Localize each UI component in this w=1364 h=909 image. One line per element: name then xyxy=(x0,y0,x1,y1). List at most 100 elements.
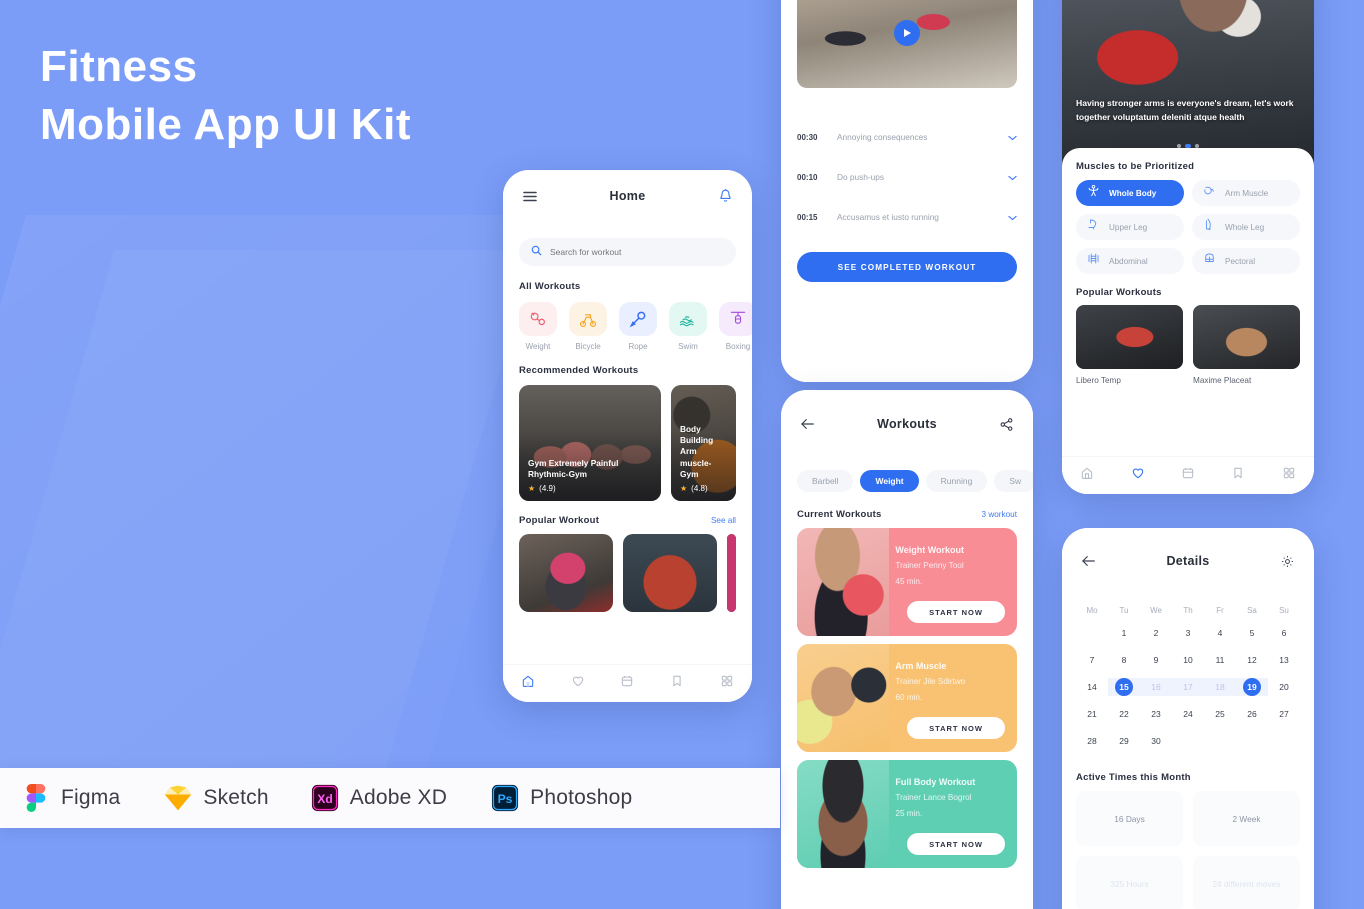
chevron-down-icon[interactable] xyxy=(1008,208,1017,226)
calendar-day[interactable]: 13 xyxy=(1268,651,1300,669)
calendar-day[interactable]: 26 xyxy=(1236,705,1268,723)
category-swim[interactable]: Swim xyxy=(669,302,707,351)
workout-count[interactable]: 3 workout xyxy=(982,510,1018,519)
calendar-day[interactable] xyxy=(1172,732,1204,750)
chip-swim[interactable]: Sw xyxy=(994,470,1033,492)
muscles-tabbar[interactable] xyxy=(1062,456,1314,494)
tool-sketch[interactable]: Sketch xyxy=(164,784,269,812)
category-rope[interactable]: Rope xyxy=(619,302,657,351)
muscle-grid[interactable]: Whole Body Arm Muscle Upper Leg Whole Le… xyxy=(1062,180,1314,274)
category-bicycle[interactable]: Bicycle xyxy=(569,302,607,351)
calendar-day[interactable]: 5 xyxy=(1236,624,1268,642)
share-icon[interactable] xyxy=(997,415,1015,433)
bookmark-icon[interactable] xyxy=(670,674,684,693)
calendar-icon[interactable] xyxy=(1181,466,1195,485)
hamburger-menu-icon[interactable] xyxy=(521,187,539,205)
exercise-video[interactable] xyxy=(797,0,1017,88)
calendar-day[interactable]: 7 xyxy=(1076,651,1108,669)
workout-card-full-body[interactable]: Full Body Workout Trainer Lance Bogrol 2… xyxy=(797,760,1017,868)
search-input[interactable] xyxy=(550,247,724,257)
notification-bell-icon[interactable] xyxy=(716,187,734,205)
muscle-item-abdominal[interactable]: Abdominal xyxy=(1076,248,1184,274)
recommended-card[interactable]: Body Building Arm muscle-Gym ★ (4.8) xyxy=(671,385,736,501)
workout-type-chips[interactable]: Barbell Weight Running Sw xyxy=(781,470,1033,492)
muscle-item-upper-leg[interactable]: Upper Leg xyxy=(1076,214,1184,240)
calendar-day[interactable]: 12 xyxy=(1236,651,1268,669)
tool-adobe-xd[interactable]: Xd Adobe XD xyxy=(311,784,447,812)
play-icon[interactable] xyxy=(894,20,920,46)
grid-icon[interactable] xyxy=(1282,466,1296,485)
back-arrow-icon[interactable] xyxy=(1080,552,1098,570)
calendar-day[interactable]: 4 xyxy=(1204,624,1236,642)
exercise-row[interactable]: 00:30 Annoying consequences xyxy=(781,120,1033,154)
start-now-button[interactable]: START NOW xyxy=(907,717,1005,739)
exercise-row[interactable]: 00:10 Do push-ups xyxy=(781,160,1033,194)
popular-card[interactable] xyxy=(727,534,736,612)
calendar-day[interactable] xyxy=(1204,732,1236,750)
calendar-day[interactable]: 22 xyxy=(1108,705,1140,723)
popular-workout-card[interactable]: Maxime Placeat xyxy=(1193,305,1300,385)
popular-card[interactable] xyxy=(519,534,613,612)
tool-photoshop[interactable]: Ps Photoshop xyxy=(491,784,632,812)
heart-icon[interactable] xyxy=(1131,466,1145,485)
calendar-day[interactable]: 29 xyxy=(1108,732,1140,750)
muscle-item-arm-muscle[interactable]: Arm Muscle xyxy=(1192,180,1300,206)
category-weight[interactable]: Weight xyxy=(519,302,557,351)
workout-card-weight[interactable]: Weight Workout Trainer Penny Tool 45 min… xyxy=(797,528,1017,636)
calendar-day[interactable] xyxy=(1076,624,1108,642)
workout-card-arm-muscle[interactable]: Arm Muscle Trainer Jile Sdirtwo 60 min. … xyxy=(797,644,1017,752)
chip-barbell[interactable]: Barbell xyxy=(797,470,854,492)
exercise-row[interactable]: 00:15 Accusamus et iusto running xyxy=(781,200,1033,234)
calendar-day[interactable]: 28 xyxy=(1076,732,1108,750)
home-icon[interactable] xyxy=(521,674,535,693)
chevron-down-icon[interactable] xyxy=(1008,168,1017,186)
category-row[interactable]: Weight Bicycle Rope Swim Boxing xyxy=(503,302,752,351)
calendar-day[interactable] xyxy=(1268,732,1300,750)
calendar-day-selected-end[interactable]: 19 xyxy=(1236,678,1268,696)
recommended-card[interactable]: Gym Extremely Painful Rhythmic-Gym ★ (4.… xyxy=(519,385,661,501)
muscle-item-pectoral[interactable]: Pectoral xyxy=(1192,248,1300,274)
chevron-down-icon[interactable] xyxy=(1008,128,1017,146)
calendar-day[interactable]: 23 xyxy=(1140,705,1172,723)
popular-workout-card[interactable]: Libero Temp xyxy=(1076,305,1183,385)
back-arrow-icon[interactable] xyxy=(799,415,817,433)
home-icon[interactable] xyxy=(1080,466,1094,485)
calendar-day[interactable]: 21 xyxy=(1076,705,1108,723)
calendar-day-in-range[interactable]: 17 xyxy=(1172,678,1204,696)
see-all-link[interactable]: See all xyxy=(711,516,736,525)
popular-card[interactable] xyxy=(623,534,717,612)
stat-card[interactable]: 2 Week xyxy=(1193,791,1300,846)
calendar-day[interactable]: 14 xyxy=(1076,678,1108,696)
stat-card[interactable]: 24 different moves xyxy=(1193,856,1300,909)
start-now-button[interactable]: START NOW xyxy=(907,833,1005,855)
calendar-day[interactable]: 8 xyxy=(1108,651,1140,669)
heart-icon[interactable] xyxy=(571,674,585,693)
calendar-day[interactable]: 1 xyxy=(1108,624,1140,642)
see-completed-workout-button[interactable]: SEE COMPLETED WORKOUT xyxy=(797,252,1017,282)
calendar-day[interactable]: 10 xyxy=(1172,651,1204,669)
calendar-day[interactable]: 11 xyxy=(1204,651,1236,669)
stat-card[interactable]: 16 Days xyxy=(1076,791,1183,846)
calendar-day[interactable]: 20 xyxy=(1268,678,1300,696)
calendar-icon[interactable] xyxy=(620,674,634,693)
muscle-item-whole-leg[interactable]: Whole Leg xyxy=(1192,214,1300,240)
calendar-day[interactable]: 27 xyxy=(1268,705,1300,723)
calendar-day[interactable]: 24 xyxy=(1172,705,1204,723)
calendar-day-in-range[interactable]: 18 xyxy=(1204,678,1236,696)
stat-card[interactable]: 325 Hours xyxy=(1076,856,1183,909)
category-boxing[interactable]: Boxing xyxy=(719,302,752,351)
calendar[interactable]: Mo Tu We Th Fr Sa Su 1 2 3 4 5 6 7 8 9 1… xyxy=(1062,606,1314,750)
calendar-day[interactable]: 3 xyxy=(1172,624,1204,642)
bookmark-icon[interactable] xyxy=(1231,466,1245,485)
calendar-day-selected-start[interactable]: 15 xyxy=(1108,678,1140,696)
chip-weight[interactable]: Weight xyxy=(860,470,919,492)
calendar-day[interactable]: 6 xyxy=(1268,624,1300,642)
search-bar[interactable] xyxy=(519,238,736,266)
home-tabbar[interactable] xyxy=(503,664,752,702)
muscle-item-whole-body[interactable]: Whole Body xyxy=(1076,180,1184,206)
gear-icon[interactable] xyxy=(1278,552,1296,570)
calendar-day[interactable]: 9 xyxy=(1140,651,1172,669)
calendar-day[interactable]: 25 xyxy=(1204,705,1236,723)
chip-running[interactable]: Running xyxy=(925,470,988,492)
calendar-day[interactable]: 2 xyxy=(1140,624,1172,642)
